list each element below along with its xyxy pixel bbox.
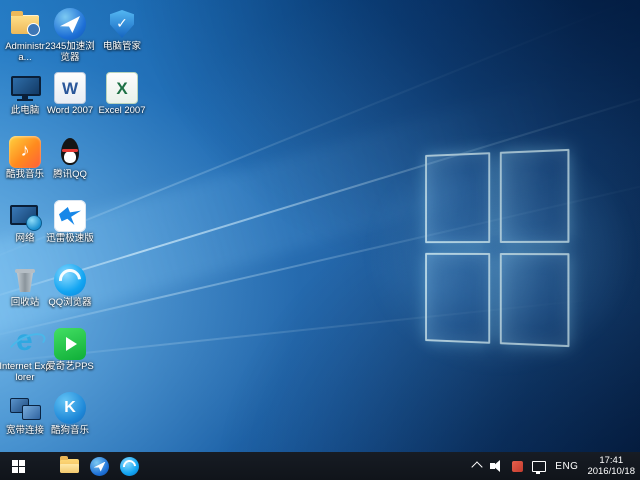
qq-penguin-icon — [54, 136, 86, 168]
desktop-icon-word-2007[interactable]: Word 2007 — [44, 72, 96, 117]
pc-manager-shield-icon — [106, 8, 138, 40]
desktop-icon-qq-browser[interactable]: QQ浏览器 — [44, 264, 96, 309]
clock-time: 17:41 — [587, 455, 635, 466]
kugou-music-icon — [54, 392, 86, 424]
logo-pane-bottom-right — [500, 253, 570, 347]
desktop-icon-label: 宽带连接 — [6, 426, 44, 437]
desktop-icon-2345-browser[interactable]: 2345加速浏览器 — [44, 8, 96, 63]
language-indicator[interactable]: ENG — [555, 461, 578, 472]
taskbar-pinned-apps — [54, 452, 144, 480]
desktop-icon-pc-manager[interactable]: 电脑管家 — [96, 8, 148, 53]
word-icon — [54, 72, 86, 104]
internet-explorer-icon — [9, 328, 41, 360]
desktop-icon-label: 酷我音乐 — [6, 170, 44, 181]
iqiyi-pps-icon — [54, 328, 86, 360]
system-tray: ENG 17:41 2016/10/18 — [473, 452, 640, 480]
windows-logo-icon — [12, 460, 25, 473]
desktop-icon-label: Word 2007 — [47, 106, 93, 117]
desktop-icon-iqiyi-pps[interactable]: 爱奇艺PPS — [44, 328, 96, 373]
desktop-icon-label: 腾讯QQ — [53, 170, 87, 181]
desktop-icon-label: 迅雷极速版 — [46, 234, 94, 245]
desktop-icon-tencent-qq[interactable]: 腾讯QQ — [44, 136, 96, 181]
logo-pane-top-left — [425, 152, 490, 243]
browser-circle-light-icon — [120, 457, 139, 476]
recycle-bin-icon — [9, 264, 41, 296]
desktop-icon-excel-2007[interactable]: Excel 2007 — [96, 72, 148, 117]
desktop-icon-label: 2345加速浏览器 — [44, 42, 96, 63]
taskbar: ENG 17:41 2016/10/18 — [0, 452, 640, 480]
volume-icon[interactable] — [490, 460, 503, 472]
2345-browser-icon — [54, 8, 86, 40]
windows-hero-logo — [425, 149, 569, 347]
desktop-icon-kugou-music[interactable]: 酷狗音乐 — [44, 392, 96, 437]
desktop-icon-label: 电脑管家 — [103, 42, 141, 53]
desktop-icon-label: 网络 — [15, 234, 34, 245]
broadband-connection-icon — [9, 392, 41, 424]
taskbar-browser-button-2[interactable] — [114, 452, 144, 480]
desktop-icon-label: 此电脑 — [11, 106, 40, 117]
desktop-icon-label: 回收站 — [11, 298, 40, 309]
clock[interactable]: 17:41 2016/10/18 — [587, 455, 635, 477]
taskbar-browser-button-1[interactable] — [84, 452, 114, 480]
desktop-icon-label: 爱奇艺PPS — [46, 362, 94, 373]
clock-date: 2016/10/18 — [587, 466, 635, 477]
browser-circle-blue-icon — [90, 457, 109, 476]
desktop-icon-label: 酷狗音乐 — [51, 426, 89, 437]
this-pc-icon — [9, 72, 41, 104]
desktop-wallpaper[interactable]: Administra... 此电脑 酷我音乐 网络 回收站 Internet E… — [0, 0, 640, 452]
qq-browser-icon — [54, 264, 86, 296]
hidden-icons-chevron-icon[interactable] — [472, 461, 483, 472]
windows-desktop-screen: Administra... 此电脑 酷我音乐 网络 回收站 Internet E… — [0, 0, 640, 480]
tray-app-icon[interactable] — [512, 461, 523, 472]
desktop-icon-thunder[interactable]: 迅雷极速版 — [44, 200, 96, 245]
logo-pane-bottom-left — [425, 253, 490, 344]
taskbar-file-explorer-button[interactable] — [54, 452, 84, 480]
tray-network-icon[interactable] — [532, 461, 546, 472]
logo-pane-top-right — [500, 149, 570, 243]
desktop-icon-label: Excel 2007 — [98, 106, 145, 117]
file-explorer-folder-icon — [60, 459, 79, 473]
start-button[interactable] — [0, 452, 36, 480]
network-icon — [9, 200, 41, 232]
thunder-bird-icon — [54, 200, 86, 232]
user-folder-icon — [9, 8, 41, 40]
kuwo-music-icon — [9, 136, 41, 168]
desktop-icon-label: QQ浏览器 — [48, 298, 91, 309]
excel-icon — [106, 72, 138, 104]
